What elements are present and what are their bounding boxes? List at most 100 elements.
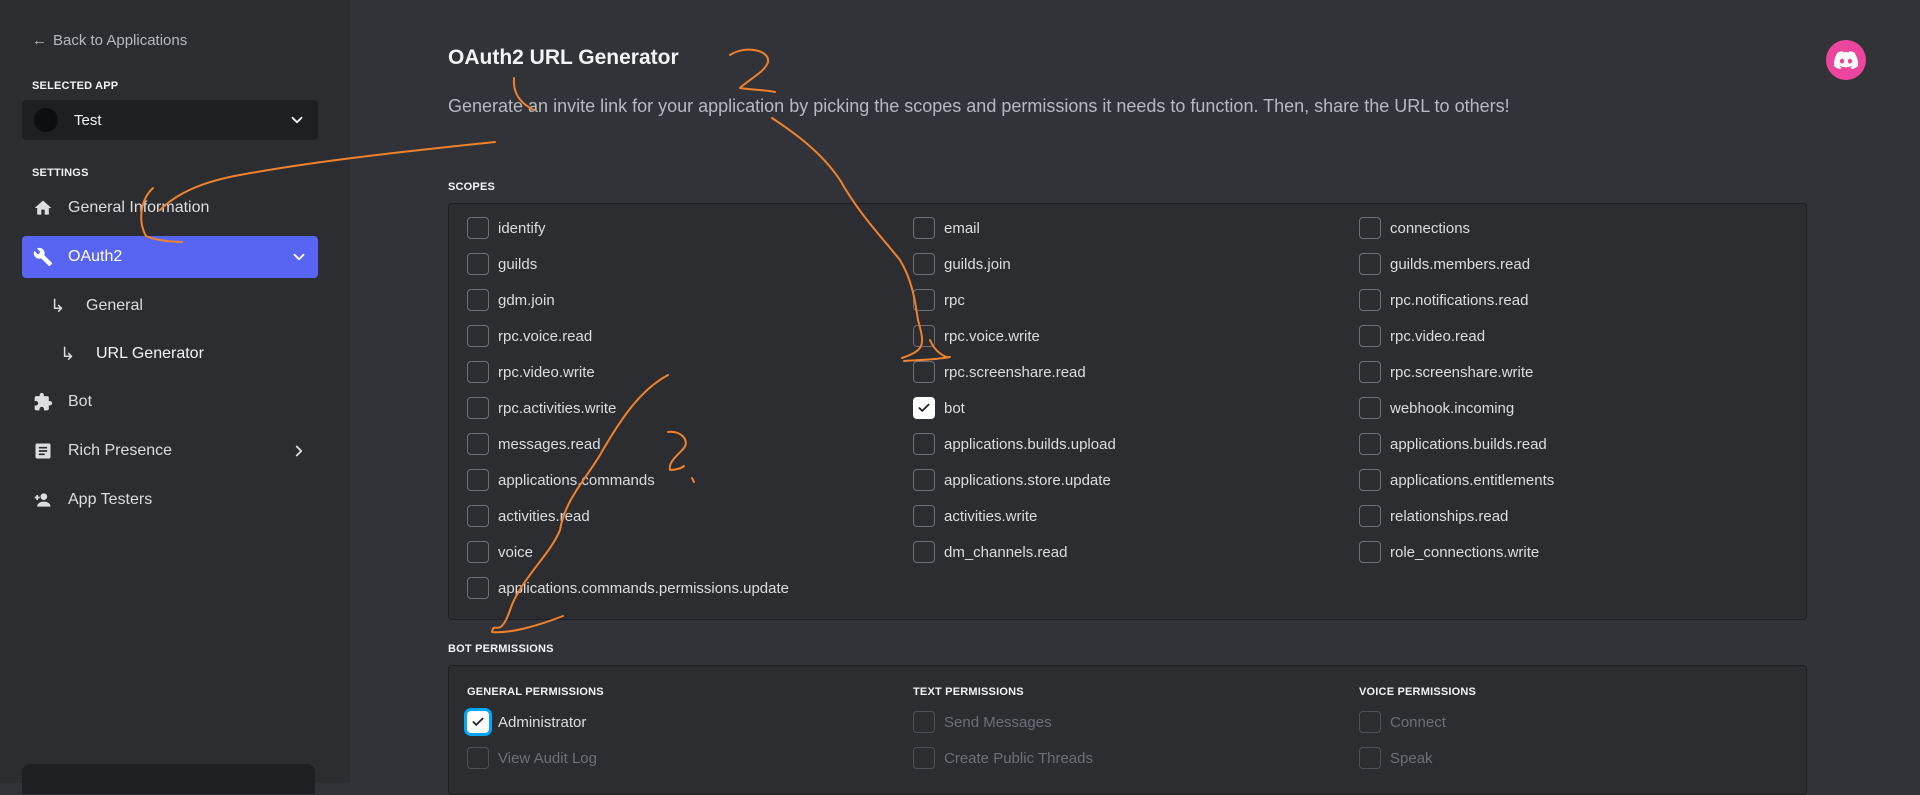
app-selector[interactable]: Test xyxy=(22,100,318,140)
checkbox[interactable] xyxy=(913,253,935,275)
permission-option[interactable]: Administrator xyxy=(467,710,586,734)
chevron-right-icon xyxy=(295,445,303,457)
checkbox[interactable] xyxy=(467,289,489,311)
scope-option[interactable]: rpc.voice.write xyxy=(913,324,1040,348)
sidebar-item-general-information[interactable]: General Information xyxy=(22,187,318,229)
checkbox[interactable] xyxy=(467,361,489,383)
scope-label: activities.read xyxy=(498,507,590,525)
scope-option[interactable]: dm_channels.read xyxy=(913,540,1067,564)
scope-label: relationships.read xyxy=(1390,507,1509,525)
scope-option[interactable]: bot xyxy=(913,396,965,420)
checkbox[interactable] xyxy=(1359,469,1381,491)
checkbox[interactable] xyxy=(1359,325,1381,347)
checkbox[interactable] xyxy=(1359,253,1381,275)
scope-option[interactable]: guilds.members.read xyxy=(1359,252,1530,276)
scope-option[interactable]: email xyxy=(913,216,980,240)
checkbox[interactable] xyxy=(467,541,489,563)
scope-option[interactable]: rpc.video.write xyxy=(467,360,595,384)
scope-option[interactable]: applications.commands xyxy=(467,468,655,492)
scope-option[interactable]: messages.read xyxy=(467,432,601,456)
sidebar-item-bot[interactable]: Bot xyxy=(22,381,318,423)
checkbox[interactable] xyxy=(467,505,489,527)
checkbox[interactable] xyxy=(1359,397,1381,419)
checkbox[interactable] xyxy=(913,433,935,455)
sidebar-subitem-label: General xyxy=(86,297,143,314)
scope-option[interactable]: role_connections.write xyxy=(1359,540,1539,564)
checkbox[interactable] xyxy=(913,325,935,347)
sidebar-subitem-general[interactable]: ↳ General xyxy=(50,288,143,324)
checkbox[interactable] xyxy=(467,217,489,239)
sidebar-item-app-testers[interactable]: App Testers xyxy=(22,479,318,521)
scope-option[interactable]: rpc.screenshare.read xyxy=(913,360,1086,384)
scope-option[interactable]: rpc.voice.read xyxy=(467,324,592,348)
bot-permissions-heading: BOT PERMISSIONS xyxy=(448,643,554,655)
checkbox[interactable] xyxy=(1359,289,1381,311)
scope-option[interactable]: rpc.screenshare.write xyxy=(1359,360,1533,384)
scope-label: applications.builds.read xyxy=(1390,435,1547,453)
checkbox[interactable] xyxy=(467,325,489,347)
scope-option[interactable]: applications.builds.read xyxy=(1359,432,1547,456)
checkbox[interactable] xyxy=(1359,541,1381,563)
permission-option: Speak xyxy=(1359,746,1433,770)
checkbox[interactable] xyxy=(467,469,489,491)
scope-option[interactable]: activities.read xyxy=(467,504,590,528)
checkbox[interactable] xyxy=(913,361,935,383)
scope-label: applications.commands xyxy=(498,471,655,489)
scope-option[interactable]: webhook.incoming xyxy=(1359,396,1514,420)
scope-option[interactable]: connections xyxy=(1359,216,1470,240)
checkbox[interactable] xyxy=(467,433,489,455)
user-panel xyxy=(22,764,315,794)
checkbox[interactable] xyxy=(913,217,935,239)
back-to-applications-link[interactable]: ← Back to Applications xyxy=(32,32,187,49)
scope-option[interactable]: applications.store.update xyxy=(913,468,1111,492)
checkbox[interactable] xyxy=(467,577,489,599)
scope-option[interactable]: relationships.read xyxy=(1359,504,1508,528)
scope-option[interactable]: gdm.join xyxy=(467,288,555,312)
scope-option[interactable]: rpc.video.read xyxy=(1359,324,1485,348)
scope-option[interactable]: applications.builds.upload xyxy=(913,432,1116,456)
sidebar-item-label: Bot xyxy=(68,393,93,410)
checkbox[interactable] xyxy=(913,541,935,563)
scope-label: applications.commands.permissions.update xyxy=(498,579,789,597)
checkbox[interactable] xyxy=(913,505,935,527)
scope-option[interactable]: guilds xyxy=(467,252,537,276)
checkbox[interactable] xyxy=(1359,505,1381,527)
app-name: Test xyxy=(74,111,102,129)
scope-label: connections xyxy=(1390,219,1471,237)
discord-icon xyxy=(1834,51,1858,69)
document-icon xyxy=(32,440,54,462)
sidebar-item-label: App Testers xyxy=(68,491,153,508)
scope-option[interactable]: rpc.notifications.read xyxy=(1359,288,1528,312)
scope-label: rpc.notifications.read xyxy=(1390,291,1529,309)
scope-option[interactable]: applications.entitlements xyxy=(1359,468,1554,492)
checkbox[interactable] xyxy=(1359,361,1381,383)
checkbox-checked[interactable] xyxy=(913,397,935,419)
discord-logo-button[interactable] xyxy=(1826,40,1866,80)
sidebar-item-rich-presence[interactable]: Rich Presence xyxy=(22,430,318,472)
selected-app-heading: SELECTED APP xyxy=(32,80,119,92)
checkbox[interactable] xyxy=(913,469,935,491)
chevron-down-icon xyxy=(291,116,303,124)
scope-option[interactable]: voice xyxy=(467,540,533,564)
checkbox[interactable] xyxy=(1359,217,1381,239)
scope-label: activities.write xyxy=(944,507,1038,525)
checkbox-checked[interactable] xyxy=(467,711,489,733)
scope-option[interactable]: guilds.join xyxy=(913,252,1011,276)
scope-label: rpc.activities.write xyxy=(498,399,617,417)
checkbox[interactable] xyxy=(467,397,489,419)
scope-option[interactable]: identify xyxy=(467,216,546,240)
scope-label: rpc.video.read xyxy=(1390,327,1486,345)
checkbox[interactable] xyxy=(913,289,935,311)
scope-label: voice xyxy=(498,543,534,561)
scope-option[interactable]: rpc xyxy=(913,288,965,312)
scope-option[interactable]: applications.commands.permissions.update xyxy=(467,576,789,600)
scope-option[interactable]: rpc.activities.write xyxy=(467,396,616,420)
checkbox xyxy=(1359,747,1381,769)
checkbox xyxy=(913,711,935,733)
permission-label: Create Public Threads xyxy=(944,749,1093,767)
scope-option[interactable]: activities.write xyxy=(913,504,1037,528)
checkbox[interactable] xyxy=(1359,433,1381,455)
sidebar-item-oauth2[interactable]: OAuth2 xyxy=(22,236,318,278)
checkbox[interactable] xyxy=(467,253,489,275)
sidebar-subitem-url-generator[interactable]: ↳ URL Generator xyxy=(60,336,204,372)
